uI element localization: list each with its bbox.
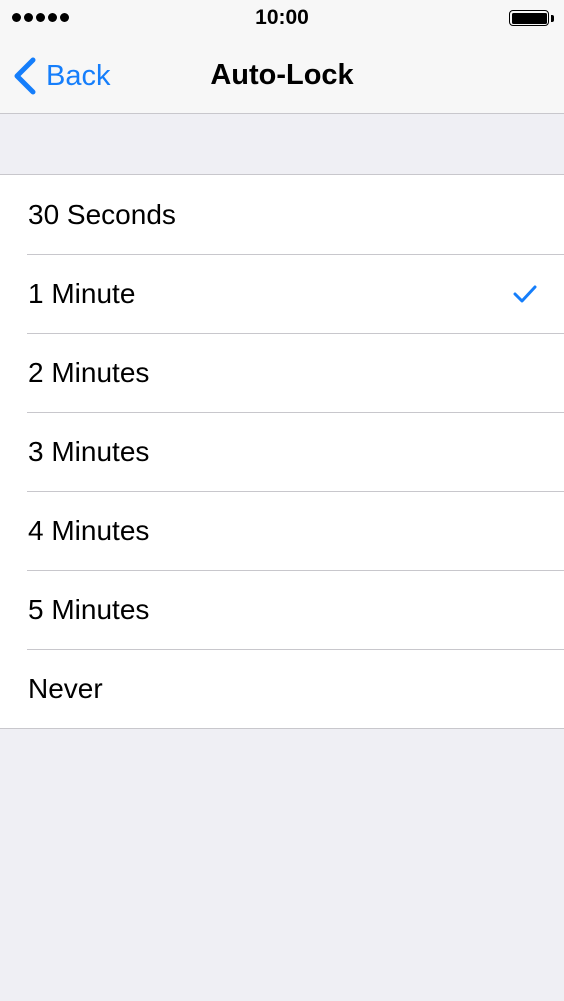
checkmark-icon [513, 285, 537, 303]
status-time: 10:00 [255, 6, 309, 29]
option-label: 4 Minutes [28, 515, 150, 546]
option-row[interactable]: 5 Minutes [0, 570, 564, 649]
option-row[interactable]: 30 Seconds [0, 175, 564, 254]
option-row[interactable]: Never [0, 649, 564, 728]
option-label: 3 Minutes [28, 436, 150, 467]
battery-full-icon [509, 10, 554, 26]
option-label: 1 Minute [28, 278, 136, 309]
status-bar: 10:00 [0, 0, 564, 38]
navigation-bar: Back Auto-Lock [0, 38, 564, 114]
option-label: 5 Minutes [28, 594, 150, 625]
auto-lock-options-list: 30 Seconds 1 Minute 2 Minutes 3 Minutes 4 Mi… [0, 174, 564, 729]
option-row[interactable]: 2 Minutes [0, 333, 564, 412]
option-row[interactable]: 4 Minutes [0, 491, 564, 570]
page-title: Auto-Lock [210, 59, 354, 91]
option-row[interactable]: 1 Minute [0, 254, 564, 333]
option-label: 30 Seconds [28, 199, 176, 230]
option-label: Never [28, 673, 103, 704]
option-label: 2 Minutes [28, 357, 150, 388]
option-row[interactable]: 3 Minutes [0, 412, 564, 491]
